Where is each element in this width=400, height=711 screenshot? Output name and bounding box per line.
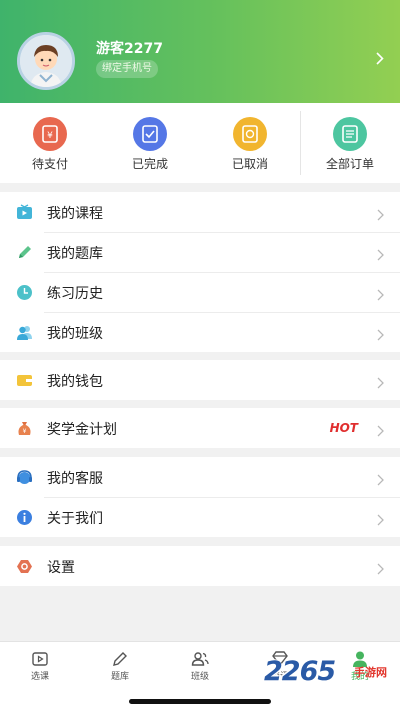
menu-label: 关于我们 — [47, 511, 103, 527]
bind-phone-button[interactable]: 绑定手机号 — [96, 60, 158, 78]
order-pending-payment[interactable]: ¥ 待支付 — [0, 103, 100, 183]
menu-scholarship-plan[interactable]: ¥ 奖学金计划 HOT — [0, 408, 400, 448]
info-icon — [16, 509, 33, 526]
chevron-right-icon — [377, 286, 384, 305]
pencil-icon — [110, 649, 130, 669]
hot-badge: HOT — [329, 421, 358, 435]
menu-label: 奖学金计划 — [47, 422, 117, 438]
chevron-right-icon — [377, 374, 384, 393]
tv-play-icon — [30, 649, 50, 669]
order-label: 已完成 — [131, 157, 168, 171]
menu-group-wallet: 我的钱包 — [0, 360, 400, 400]
avatar[interactable] — [17, 32, 75, 90]
chevron-right-icon — [377, 206, 384, 225]
menu-my-class[interactable]: 我的班级 — [0, 312, 400, 352]
all-orders-icon — [333, 117, 367, 151]
menu-about-us[interactable]: 关于我们 — [0, 497, 400, 537]
order-cancelled[interactable]: 已取消 — [200, 103, 300, 183]
users-icon — [16, 324, 33, 341]
menu-label: 我的班级 — [47, 326, 103, 342]
tv-icon — [16, 204, 33, 221]
tab-class[interactable]: 班级 — [160, 642, 240, 692]
menu-label: 我的钱包 — [47, 374, 103, 390]
menu-group-learning: 我的课程 我的题库 练习历史 我的班级 — [0, 192, 400, 352]
home-indicator — [129, 699, 271, 704]
cancelled-icon — [233, 117, 267, 151]
menu-label: 练习历史 — [47, 286, 103, 302]
order-label: 已取消 — [231, 157, 268, 171]
svg-text:¥: ¥ — [23, 428, 27, 435]
clock-icon — [16, 284, 33, 301]
order-all[interactable]: 全部订单 — [300, 103, 400, 183]
menu-customer-service[interactable]: 我的客服 — [0, 457, 400, 497]
user-name: 游客2277 — [96, 41, 163, 57]
menu-my-wallet[interactable]: 我的钱包 — [0, 360, 400, 400]
money-bag-icon: ¥ — [16, 420, 33, 437]
menu-practice-history[interactable]: 练习历史 — [0, 272, 400, 312]
menu-my-question-bank[interactable]: 我的题库 — [0, 232, 400, 272]
menu-label: 我的课程 — [47, 206, 103, 222]
pending-payment-icon: ¥ — [33, 117, 67, 151]
chevron-right-icon — [377, 471, 384, 490]
users-icon — [190, 649, 210, 669]
chevron-right-icon — [377, 246, 384, 265]
watermark-digits: 2265 — [264, 656, 336, 687]
chevron-right-icon — [377, 422, 384, 441]
order-label: 全部订单 — [325, 157, 374, 171]
menu-group-support: 我的客服 关于我们 — [0, 457, 400, 537]
order-label: 待支付 — [31, 157, 68, 171]
menu-label: 设置 — [47, 560, 75, 576]
completed-icon — [133, 117, 167, 151]
tab-label: 班级 — [190, 672, 209, 682]
menu-settings[interactable]: 设置 — [0, 546, 400, 586]
gear-icon — [16, 558, 33, 575]
chevron-right-icon — [377, 511, 384, 530]
tab-label: 题库 — [110, 672, 129, 682]
order-status-bar: ¥ 待支付 已完成 已取消 全部订单 — [0, 103, 400, 183]
menu-label: 我的客服 — [47, 471, 103, 487]
tab-courses[interactable]: 选课 — [0, 642, 80, 692]
profile-header[interactable]: 游客2277 绑定手机号 — [0, 0, 400, 103]
order-completed[interactable]: 已完成 — [100, 103, 200, 183]
chevron-right-icon — [377, 326, 384, 345]
svg-text:¥: ¥ — [47, 131, 53, 141]
watermark-text: 手游网 — [354, 666, 387, 679]
chevron-right-icon — [377, 560, 384, 579]
menu-label: 我的题库 — [47, 246, 103, 262]
chevron-right-icon[interactable] — [376, 50, 384, 69]
menu-my-courses[interactable]: 我的课程 — [0, 192, 400, 232]
menu-group-scholarship: ¥ 奖学金计划 HOT — [0, 408, 400, 448]
tab-question-bank[interactable]: 题库 — [80, 642, 160, 692]
headset-icon — [16, 469, 33, 486]
watermark: 2265 手游网 — [264, 656, 400, 688]
menu-group-settings: 设置 — [0, 546, 400, 586]
wallet-icon — [16, 372, 33, 389]
tab-label: 选课 — [30, 672, 49, 682]
pencil-icon — [16, 244, 33, 261]
